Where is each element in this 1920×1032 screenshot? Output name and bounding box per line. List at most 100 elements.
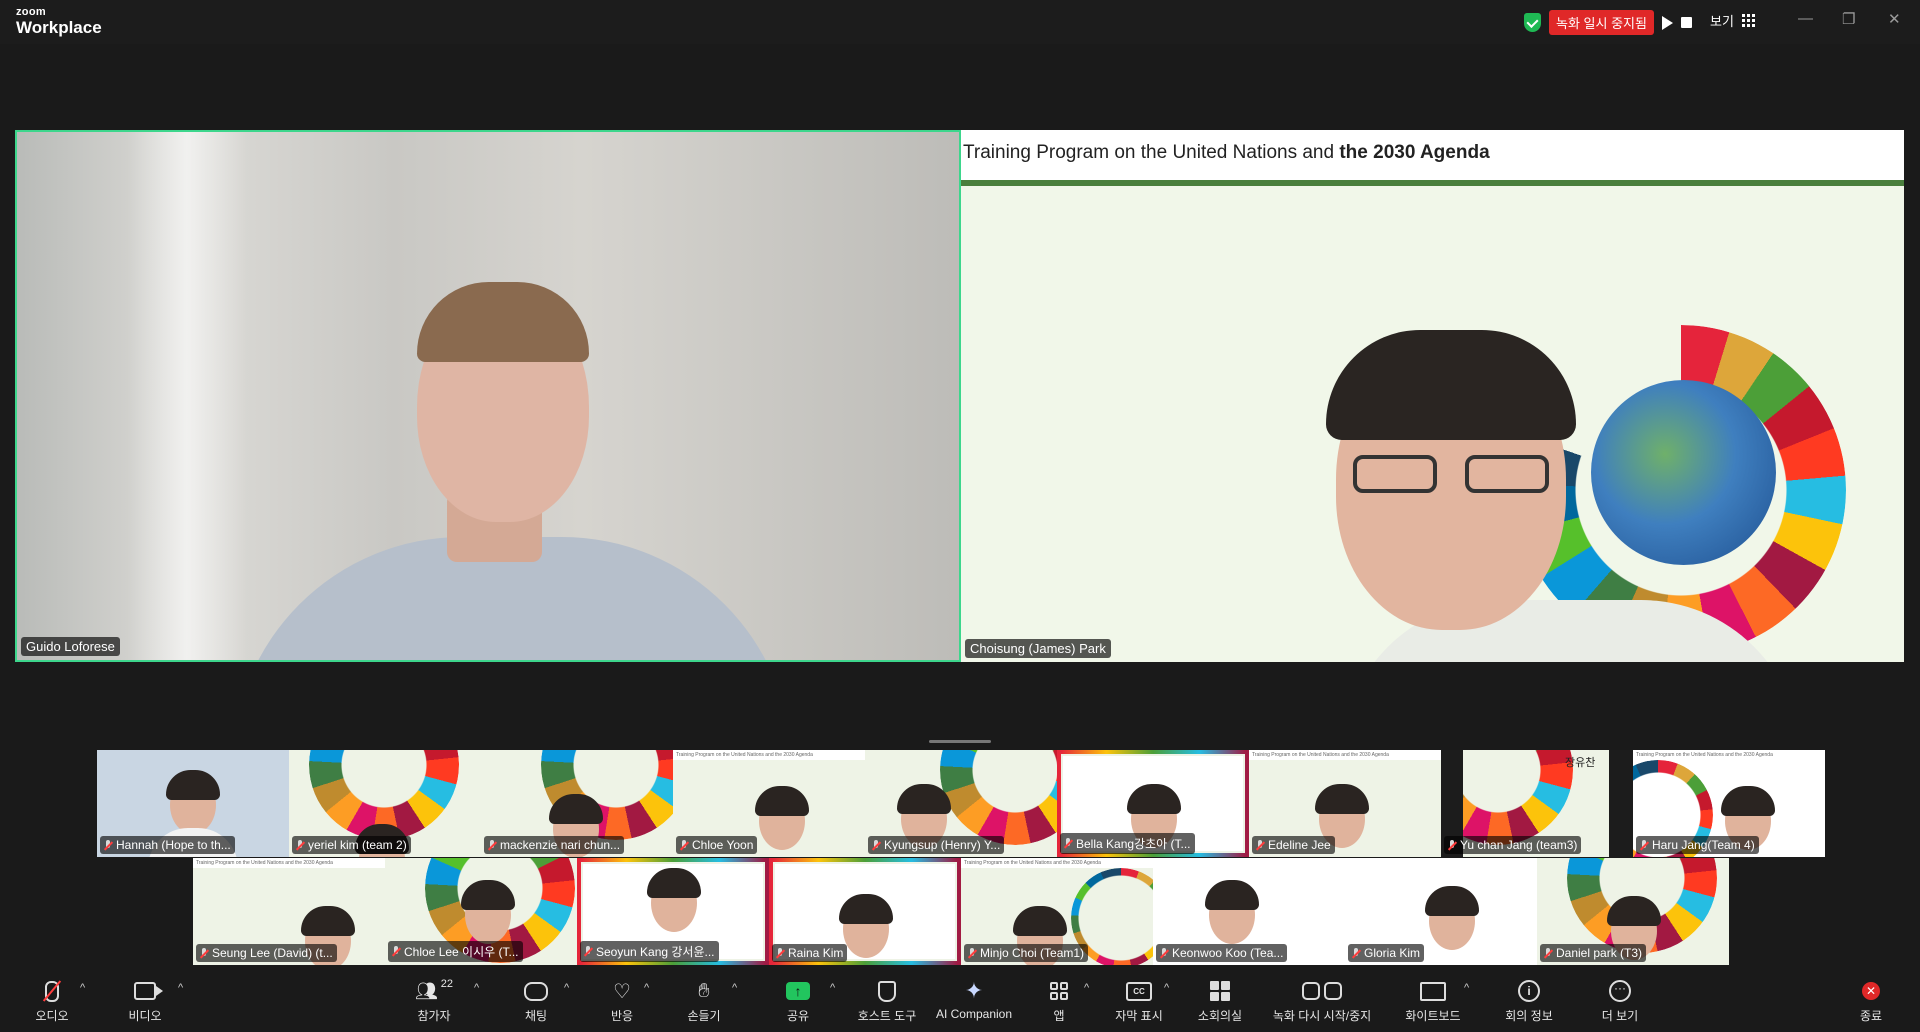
whiteboard-label: 화이트보드 xyxy=(1405,1009,1461,1023)
participants-button[interactable]: 👥︎ 22 참가자 xyxy=(404,978,464,1024)
speaker-name-tag: Guido Loforese xyxy=(21,637,120,656)
ai-companion-label: AI Companion xyxy=(935,1007,1013,1021)
mic-off-icon xyxy=(392,946,400,957)
participant-hair xyxy=(1205,880,1259,910)
recording-button[interactable]: 녹화 다시 시작/중지 xyxy=(1262,978,1382,1024)
restore-button[interactable]: ❐ xyxy=(1842,10,1855,28)
apps-button[interactable]: 앱 xyxy=(1044,978,1074,1024)
participant-tile[interactable]: Training Program on the United Nations a… xyxy=(961,858,1153,965)
meeting-info-button[interactable]: i 회의 정보 xyxy=(1500,978,1558,1024)
shield-check-icon xyxy=(1524,13,1541,32)
participant-tile[interactable]: Chloe Lee 이시우 (T... xyxy=(385,858,577,965)
chat-button[interactable]: 채팅 xyxy=(516,978,556,1024)
reactions-options-chevron-icon[interactable]: ^ xyxy=(644,982,649,994)
breakout-rooms-button[interactable]: 소회의실 xyxy=(1190,978,1250,1024)
more-icon: ··· xyxy=(1609,980,1631,1002)
breakout-label: 소회의실 xyxy=(1197,1009,1243,1023)
whiteboard-options-chevron-icon[interactable]: ^ xyxy=(1464,982,1469,994)
recording-status-badge: 녹화 일시 중지됨 xyxy=(1549,10,1654,35)
participant-hair xyxy=(1425,886,1479,916)
participant-name-tag: Bella Kang강초아 (T... xyxy=(1060,833,1195,854)
participant-name-tag: Hannah (Hope to th... xyxy=(100,836,235,854)
participant-name-tag: Daniel park (T3) xyxy=(1540,944,1647,962)
participant-tile[interactable]: Hannah (Hope to th... xyxy=(97,750,289,857)
participant-name-tag: Seoyun Kang 강서윤... xyxy=(580,941,719,962)
end-meeting-button[interactable]: ✕ 종료 xyxy=(1856,978,1886,1024)
participant-tile[interactable]: Training Program on the United Nations a… xyxy=(1609,750,1825,857)
participant-tile[interactable]: Gloria Kim xyxy=(1345,858,1537,965)
host-tools-label: 호스트 도구 xyxy=(857,1009,917,1023)
participant-tile[interactable]: Seoyun Kang 강서윤... xyxy=(577,858,769,965)
mic-off-icon xyxy=(968,947,976,959)
participant-tile[interactable]: Training Program on the United Nations a… xyxy=(1249,750,1441,857)
participant-tile[interactable]: Bella Kang강초아 (T... xyxy=(1057,750,1249,857)
title-bar: zoom Workplace 녹화 일시 중지됨 보기 — ❐ ✕ xyxy=(0,0,1920,44)
play-icon[interactable] xyxy=(1661,15,1673,30)
chat-options-chevron-icon[interactable]: ^ xyxy=(564,982,569,994)
participant-tile[interactable]: 장유찬 Yu chan Jang (team3) xyxy=(1441,750,1609,857)
view-label: 보기 xyxy=(1710,14,1734,29)
participants-options-chevron-icon[interactable]: ^ xyxy=(474,982,479,994)
apps-label: 앱 xyxy=(1053,1009,1065,1023)
minimize-button[interactable]: — xyxy=(1798,10,1813,27)
reactions-button[interactable]: ♡ 반응 xyxy=(602,978,642,1024)
participant-name-tag: Minjo Choi (Team1) xyxy=(964,944,1089,962)
mic-off-icon xyxy=(1256,839,1264,851)
slide-mini-header: Training Program on the United Nations a… xyxy=(961,858,1153,868)
overlay-name: 장유찬 xyxy=(1565,757,1596,769)
audio-button[interactable]: 오디오 xyxy=(30,978,74,1024)
raise-hand-label: 손들기 xyxy=(687,1009,721,1023)
participant-tile[interactable]: Kyungsup (Henry) Y... xyxy=(865,750,1057,857)
host-tools-button[interactable]: 호스트 도구 xyxy=(852,978,922,1024)
more-button[interactable]: ··· 더 보기 xyxy=(1596,978,1644,1024)
participant-tile[interactable]: Raina Kim xyxy=(769,858,961,965)
raise-hand-options-chevron-icon[interactable]: ^ xyxy=(732,982,737,994)
raise-hand-button[interactable]: ✋︎ 손들기 xyxy=(682,978,726,1024)
participant-tile[interactable]: Daniel park (T3) xyxy=(1537,858,1729,965)
view-button[interactable]: 보기 xyxy=(1710,11,1755,30)
mic-off-icon xyxy=(1160,947,1168,959)
slide-divider xyxy=(961,180,1904,186)
chat-icon xyxy=(524,981,548,1001)
slide-title-bold: the 2030 Agenda xyxy=(1339,142,1490,163)
slide-mini-header: Training Program on the United Nations a… xyxy=(1633,750,1825,760)
mic-off-icon xyxy=(776,947,784,959)
participant-name-tag: Keonwoo Koo (Tea... xyxy=(1156,944,1288,962)
video-button[interactable]: 비디오 xyxy=(122,978,168,1024)
glasses xyxy=(1353,455,1553,495)
share-button[interactable]: ↑ 공유 xyxy=(778,978,818,1024)
share-name-tag: Choisung (James) Park xyxy=(965,639,1111,658)
video-options-chevron-icon[interactable]: ^ xyxy=(178,982,183,994)
strip-drag-handle[interactable] xyxy=(929,740,991,743)
participant-name-tag: Raina Kim xyxy=(772,944,848,962)
participant-hair xyxy=(301,906,355,936)
info-icon: i xyxy=(1518,980,1540,1002)
apps-options-chevron-icon[interactable]: ^ xyxy=(1084,982,1089,994)
participant-hair xyxy=(755,786,809,816)
whiteboard-button[interactable]: 화이트보드 xyxy=(1398,978,1468,1024)
mic-off-icon xyxy=(200,947,208,959)
participant-tile[interactable]: Training Program on the United Nations a… xyxy=(193,858,385,965)
more-label: 더 보기 xyxy=(1601,1009,1639,1023)
audio-options-chevron-icon[interactable]: ^ xyxy=(80,982,85,994)
stop-icon[interactable] xyxy=(1680,17,1692,28)
participant-tile[interactable]: mackenzie nari chun... xyxy=(481,750,673,857)
mic-off-icon xyxy=(680,839,688,851)
share-options-chevron-icon[interactable]: ^ xyxy=(830,982,835,994)
participant-name-tag: Yu chan Jang (team3) xyxy=(1444,836,1582,854)
participant-tile[interactable]: Training Program on the United Nations a… xyxy=(673,750,865,857)
captions-button[interactable]: CC 자막 표시 xyxy=(1108,978,1170,1024)
participant-tile[interactable]: Keonwoo Koo (Tea... xyxy=(1153,858,1345,965)
mic-off-icon xyxy=(296,839,304,851)
mic-off-icon xyxy=(1352,947,1360,959)
meeting-info-label: 회의 정보 xyxy=(1505,1009,1553,1023)
participant-tile[interactable]: yeriel kim (team 2) xyxy=(289,750,481,857)
participant-video-with-slide[interactable]: Training Program on the United Nations a… xyxy=(961,130,1904,662)
close-window-button[interactable]: ✕ xyxy=(1888,10,1901,28)
chat-label: 채팅 xyxy=(524,1009,548,1023)
ai-companion-button[interactable]: ✦ AI Companion xyxy=(932,978,1016,1021)
captions-options-chevron-icon[interactable]: ^ xyxy=(1164,982,1169,994)
active-speaker-video[interactable]: Guido Loforese xyxy=(15,130,961,662)
mic-off-icon xyxy=(1448,839,1456,851)
audio-label: 오디오 xyxy=(35,1009,69,1023)
